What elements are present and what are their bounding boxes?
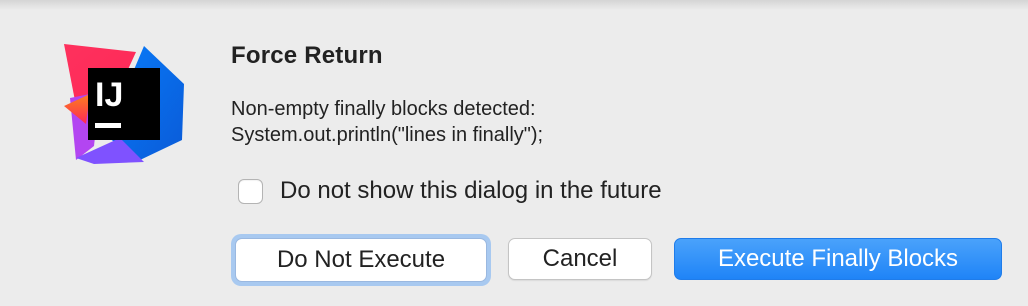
- do-not-show-again-checkbox[interactable]: [238, 178, 263, 204]
- do-not-show-again-label[interactable]: Do not show this dialog in the future: [280, 177, 662, 205]
- do-not-show-again-row[interactable]: Do not show this dialog in the future: [238, 176, 662, 206]
- message-line-1: Non-empty finally blocks detected:: [231, 98, 536, 120]
- dialog-message: Non-empty finally blocks detected: Syste…: [231, 96, 543, 148]
- execute-finally-blocks-button[interactable]: Execute Finally Blocks: [674, 238, 1002, 280]
- app-icon-letters: IJ: [95, 76, 123, 114]
- window-top-edge: [0, 0, 1028, 10]
- do-not-execute-button-label[interactable]: Do Not Execute: [235, 238, 487, 282]
- dialog-title: Force Return: [231, 42, 383, 69]
- message-line-2: System.out.println("lines in finally");: [231, 124, 544, 146]
- intellij-idea-icon: IJ: [64, 44, 184, 164]
- do-not-execute-button[interactable]: Do Not Execute: [231, 234, 491, 286]
- force-return-dialog: IJ Force Return Non-empty finally blocks…: [0, 0, 1028, 306]
- cancel-button[interactable]: Cancel: [508, 238, 652, 280]
